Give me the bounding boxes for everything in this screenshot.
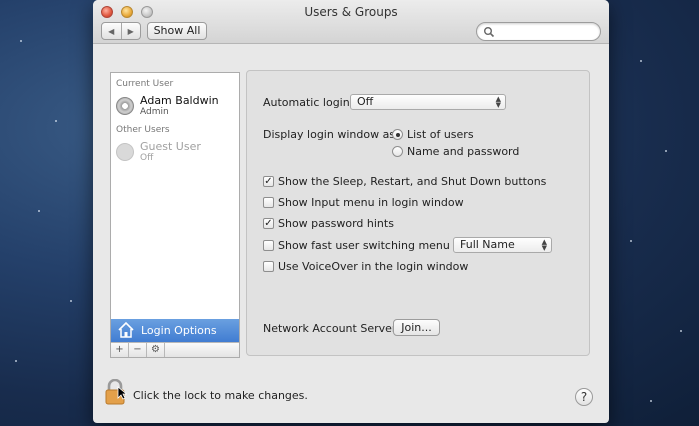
user-role: Admin	[140, 107, 169, 117]
automatic-login-value: Off	[357, 95, 374, 108]
radio-list-of-users-label: List of users	[407, 128, 474, 141]
add-user-button[interactable]: +	[111, 343, 129, 357]
remove-user-button[interactable]: −	[129, 343, 147, 357]
checkbox-voiceover-label: Use VoiceOver in the login window	[278, 260, 469, 273]
radio-list-of-users[interactable]	[392, 129, 403, 140]
search-input[interactable]	[476, 22, 601, 41]
house-icon	[118, 321, 134, 338]
user-name: Guest User	[140, 140, 201, 153]
checkbox-show-password-hints-label: Show password hints	[278, 217, 394, 230]
join-button[interactable]: Join...	[393, 319, 440, 336]
guest-avatar	[116, 143, 134, 161]
forward-arrow-icon[interactable]: ▶	[120, 23, 141, 39]
checkbox-show-input-menu-label: Show Input menu in login window	[278, 196, 464, 209]
title-bar: Users & Groups ◀ ▶ Show All	[93, 0, 609, 44]
checkbox-show-sleep-restart[interactable]: ✓	[263, 176, 274, 187]
checkbox-show-input-menu[interactable]	[263, 197, 274, 208]
other-users-heading: Other Users	[116, 125, 170, 135]
checkbox-voiceover[interactable]	[263, 261, 274, 272]
help-button[interactable]: ?	[575, 388, 593, 406]
fast-switch-value: Full Name	[460, 238, 515, 251]
cursor-arrow-icon	[117, 386, 127, 400]
checkbox-fast-user-switching[interactable]	[263, 240, 274, 251]
radio-name-and-password[interactable]	[392, 146, 403, 157]
login-options-panel: Automatic login: Off ▲ ▼ Display login wi…	[246, 70, 590, 356]
checkbox-show-password-hints[interactable]: ✓	[263, 218, 274, 229]
sidebar-item-login-options[interactable]: Login Options	[111, 319, 239, 343]
sidebar-toolbar: + − ⚙	[111, 342, 239, 357]
user-row-guest[interactable]: Guest User Off	[116, 140, 238, 166]
user-name: Adam Baldwin	[140, 94, 219, 107]
popup-arrows-icon: ▲ ▼	[541, 238, 547, 252]
avatar	[116, 97, 134, 115]
user-role: Off	[140, 153, 154, 163]
user-row-current[interactable]: Adam Baldwin Admin	[116, 94, 238, 120]
login-options-label: Login Options	[141, 324, 217, 337]
lock-status-text: Click the lock to make changes.	[133, 389, 308, 402]
show-all-button[interactable]: Show All	[147, 22, 207, 40]
back-arrow-icon[interactable]: ◀	[102, 23, 121, 39]
back-forward-control: ◀ ▶	[101, 22, 141, 40]
checkbox-show-sleep-restart-label: Show the Sleep, Restart, and Shut Down b…	[278, 175, 547, 188]
search-icon	[484, 27, 495, 38]
radio-name-and-password-label: Name and password	[407, 145, 520, 158]
fast-switch-popup[interactable]: Full Name ▲ ▼	[453, 237, 552, 253]
window-title: Users & Groups	[304, 5, 398, 19]
users-groups-window: Users & Groups ◀ ▶ Show All Current User…	[93, 0, 609, 423]
users-sidebar: Current User Adam Baldwin Admin Other Us…	[110, 72, 240, 358]
display-as-label: Display login window as:	[263, 128, 399, 141]
automatic-login-label: Automatic login:	[263, 96, 354, 109]
popup-arrows-icon: ▲ ▼	[495, 95, 501, 109]
network-server-label: Network Account Server:	[263, 322, 400, 335]
automatic-login-popup[interactable]: Off ▲ ▼	[350, 94, 506, 110]
current-user-heading: Current User	[116, 79, 174, 89]
checkbox-fast-user-switching-label: Show fast user switching menu as	[278, 239, 466, 252]
gear-icon[interactable]: ⚙	[147, 343, 165, 357]
